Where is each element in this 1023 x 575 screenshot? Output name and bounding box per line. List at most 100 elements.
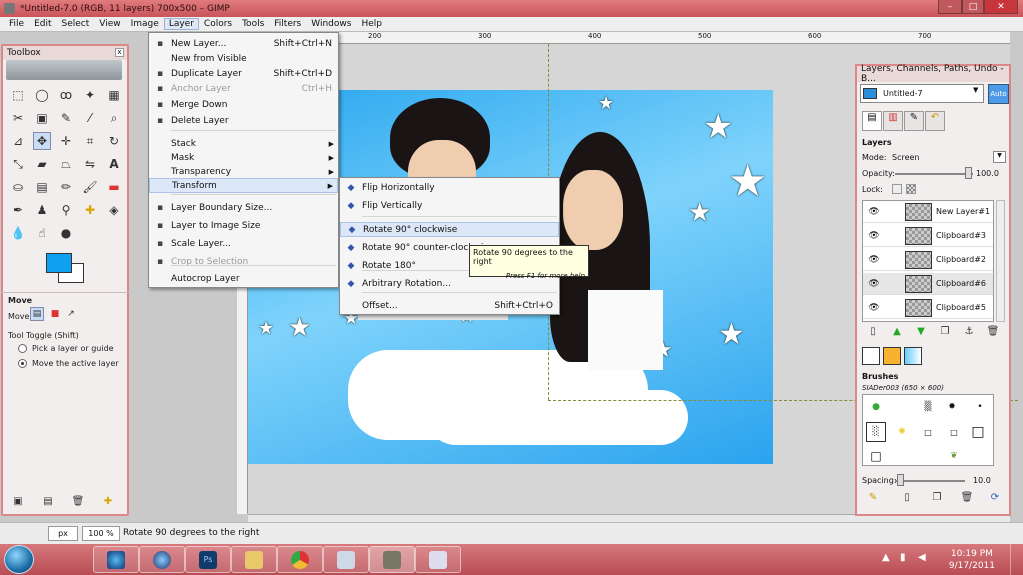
mode-select[interactable]: Screen bbox=[892, 153, 920, 162]
photoshop-taskbar-button[interactable]: Ps bbox=[185, 546, 231, 573]
crop-tool-icon[interactable]: ⌗ bbox=[81, 132, 99, 150]
restore-options-icon[interactable]: ▤ bbox=[41, 494, 55, 508]
foreground-select-icon[interactable]: ▣ bbox=[33, 109, 51, 127]
layer-menu-item[interactable]: Stack ▶ bbox=[149, 136, 338, 151]
lock-alpha-checkbox[interactable] bbox=[906, 184, 916, 194]
blur-icon[interactable]: 💧 bbox=[9, 224, 27, 242]
opacity-slider-handle[interactable] bbox=[965, 167, 972, 179]
layer-menu-item[interactable]: ▪ Delete Layer bbox=[149, 113, 338, 128]
close-icon[interactable]: x bbox=[115, 48, 124, 57]
delete-options-icon[interactable]: 🗑 bbox=[71, 494, 85, 508]
minimize-button[interactable]: – bbox=[938, 0, 962, 14]
auto-button[interactable]: Auto bbox=[988, 84, 1009, 104]
menu-edit[interactable]: Edit bbox=[29, 19, 56, 29]
ie-taskbar-button[interactable] bbox=[93, 546, 139, 573]
tab-channels[interactable]: ▥ bbox=[883, 111, 903, 131]
layer-menu-item[interactable]: ▪ Layer Boundary Size... bbox=[149, 200, 338, 215]
explorer-taskbar-button[interactable] bbox=[231, 546, 277, 573]
layer-menu-item[interactable]: Mask ▶ bbox=[149, 150, 338, 165]
reset-options-icon[interactable]: ✚ bbox=[101, 494, 115, 508]
lock-pixels-checkbox[interactable] bbox=[892, 184, 902, 194]
rotate-tool-icon[interactable]: ↻ bbox=[105, 132, 123, 150]
menu-view[interactable]: View bbox=[94, 19, 125, 29]
move-active-layer-radio[interactable] bbox=[18, 359, 27, 368]
tab-layers[interactable]: ▤ bbox=[862, 111, 882, 131]
perspective-clone-icon[interactable]: ◈ bbox=[105, 201, 123, 219]
transform-menu-item[interactable]: Offset... Shift+Ctrl+O bbox=[340, 298, 559, 313]
unit-select[interactable]: px bbox=[48, 526, 78, 541]
chevron-down-icon[interactable]: ▼ bbox=[993, 151, 1006, 163]
save-options-icon[interactable]: ▣ bbox=[11, 494, 25, 508]
brush-selected-icon[interactable]: ░ bbox=[866, 422, 886, 442]
tray-arrow-icon[interactable]: ▲ bbox=[882, 552, 890, 563]
app-taskbar-button[interactable] bbox=[415, 546, 461, 573]
spacing-slider[interactable] bbox=[895, 480, 965, 482]
brush-pepper-icon[interactable]: ● bbox=[866, 397, 886, 417]
layer-row[interactable]: 👁 Clipboard#2 bbox=[863, 249, 993, 271]
tab-paths[interactable]: ✎ bbox=[904, 111, 924, 131]
layer-menu-item[interactable]: ▪ Merge Down bbox=[149, 97, 338, 112]
scale-tool-icon[interactable]: ⤡ bbox=[9, 155, 27, 173]
heal-icon[interactable]: ✚ bbox=[81, 201, 99, 219]
paintbrush-icon[interactable]: 🖌 bbox=[81, 178, 99, 196]
eye-icon[interactable]: 👁 bbox=[863, 207, 885, 217]
image-selector[interactable]: Untitled-7 bbox=[860, 84, 984, 103]
blend-icon[interactable]: ▤ bbox=[33, 178, 51, 196]
clone-icon[interactable]: ⚲ bbox=[57, 201, 75, 219]
chevron-down-icon[interactable]: ▼ bbox=[973, 86, 982, 100]
menu-filters[interactable]: Filters bbox=[269, 19, 306, 29]
foreground-color-swatch[interactable] bbox=[46, 253, 72, 273]
layer-menu-item[interactable]: ▪ New Layer... Shift+Ctrl+N bbox=[149, 36, 338, 51]
measure-icon[interactable]: ⊿ bbox=[9, 132, 27, 150]
select-by-color-icon[interactable]: ▦ bbox=[105, 86, 123, 104]
new-brush-icon[interactable]: ▯ bbox=[900, 490, 914, 504]
menu-tools[interactable]: Tools bbox=[237, 19, 269, 29]
ink-icon[interactable]: ♟ bbox=[33, 201, 51, 219]
zoom-icon[interactable]: ⌕ bbox=[105, 109, 123, 127]
layers-scrollbar[interactable] bbox=[996, 200, 1005, 322]
chrome-taskbar-button[interactable] bbox=[277, 546, 323, 573]
layer-menu-item[interactable]: Autocrop Layer bbox=[149, 271, 338, 286]
start-button[interactable] bbox=[4, 545, 34, 574]
zoom-select[interactable]: 100 % bbox=[82, 526, 120, 541]
show-desktop-button[interactable] bbox=[1010, 544, 1023, 575]
layer-row[interactable]: 👁 Clipboard#6 bbox=[863, 273, 993, 295]
pattern-swatch-icon[interactable] bbox=[883, 347, 901, 365]
fuzzy-select-icon[interactable]: ✦ bbox=[81, 86, 99, 104]
menu-file[interactable]: File bbox=[4, 19, 29, 29]
align-icon[interactable]: ✛ bbox=[57, 132, 75, 150]
layer-menu-item[interactable]: ▪ Layer to Image Size bbox=[149, 218, 338, 233]
move-tool-icon[interactable]: ✥ bbox=[33, 132, 51, 150]
clock[interactable]: 10:19 PM 9/17/2011 bbox=[949, 548, 995, 572]
brush-dot-icon[interactable]: • bbox=[970, 397, 990, 417]
transform-menu-item[interactable]: ◆ Flip Horizontally bbox=[340, 180, 559, 195]
opacity-slider[interactable] bbox=[895, 173, 973, 175]
anchor-icon[interactable]: ⚓ bbox=[962, 324, 976, 338]
eye-icon[interactable]: 👁 bbox=[863, 231, 885, 241]
close-button[interactable]: ✕ bbox=[984, 0, 1018, 14]
move-path-mode-icon[interactable]: ↗ bbox=[64, 307, 78, 321]
layer-menu-item[interactable]: New from Visible bbox=[149, 51, 338, 66]
menu-help[interactable]: Help bbox=[356, 19, 387, 29]
menu-colors[interactable]: Colors bbox=[199, 19, 237, 29]
airbrush-icon[interactable]: ✒ bbox=[9, 201, 27, 219]
fg-bg-swatch-icon[interactable] bbox=[862, 347, 880, 365]
smudge-icon[interactable]: ☝ bbox=[33, 224, 51, 242]
perspective-icon[interactable]: ⏢ bbox=[57, 155, 75, 173]
brush-square-icon[interactable]: □ bbox=[968, 422, 988, 442]
eye-icon[interactable]: 👁 bbox=[863, 279, 885, 289]
new-layer-icon[interactable]: ▯ bbox=[866, 324, 880, 338]
move-layer-mode-icon[interactable]: ▤ bbox=[30, 307, 44, 321]
eraser-icon[interactable]: ▬ bbox=[105, 178, 123, 196]
raise-layer-icon[interactable]: ▲ bbox=[890, 324, 904, 338]
brush-square-icon[interactable]: □ bbox=[918, 422, 938, 442]
paths-icon[interactable]: ✎ bbox=[57, 109, 75, 127]
shear-tool-icon[interactable]: ▰ bbox=[33, 155, 51, 173]
spacing-value[interactable]: 10.0 bbox=[973, 476, 991, 485]
layer-menu-item[interactable]: ▪ Duplicate Layer Shift+Ctrl+D bbox=[149, 66, 338, 81]
tray-network-icon[interactable]: ▮ bbox=[900, 552, 906, 563]
trash-icon[interactable]: 🗑 bbox=[986, 324, 1000, 338]
layer-row[interactable]: 👁 Clipboard#3 bbox=[863, 225, 993, 247]
eye-icon[interactable]: 👁 bbox=[863, 255, 885, 265]
brush-square-icon[interactable]: □ bbox=[944, 422, 964, 442]
